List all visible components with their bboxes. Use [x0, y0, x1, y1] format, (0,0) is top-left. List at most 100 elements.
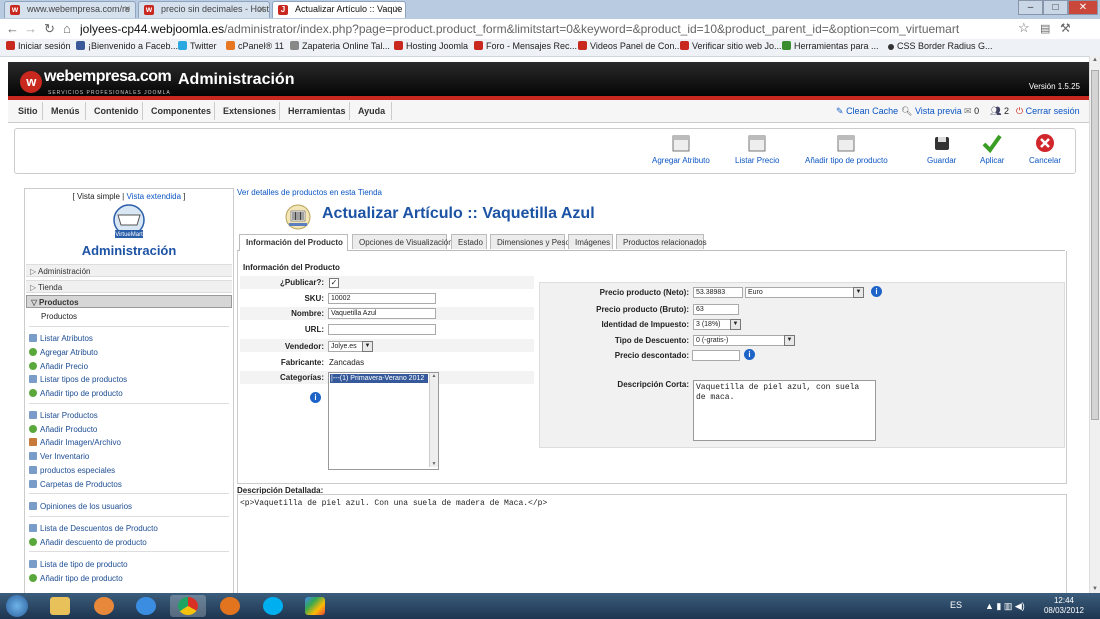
publish-checkbox[interactable]: ✓: [329, 278, 339, 288]
menu-contenido[interactable]: Contenido: [94, 106, 139, 116]
firefox-taskbar-icon[interactable]: [212, 595, 248, 617]
scroll-down-icon[interactable]: ▼: [430, 461, 438, 467]
bookmark-item[interactable]: Zapateria Online Tal...: [290, 41, 390, 51]
taskbar-clock[interactable]: 12:44 08/03/2012: [1044, 596, 1084, 616]
apply-button[interactable]: Aplicar: [980, 133, 1004, 165]
close-tab-icon[interactable]: ✕: [123, 4, 131, 15]
bookmark-item[interactable]: CSS Border Radius G...: [888, 41, 993, 51]
currency-select[interactable]: Euro: [745, 287, 857, 298]
sidebar-item-opiniones[interactable]: Opiniones de los usuarios: [29, 502, 132, 511]
name-input[interactable]: Vaquetilla Azul: [328, 308, 436, 319]
scroll-down-icon[interactable]: ▼: [1091, 586, 1099, 592]
view-details-link[interactable]: Ver detalles de productos en esta Tienda: [237, 188, 382, 197]
close-window-icon[interactable]: ✕: [1068, 0, 1098, 15]
discounted-price-input[interactable]: [692, 350, 740, 361]
scroll-up-icon[interactable]: ▲: [430, 373, 438, 379]
sidebar-item-listar-productos[interactable]: Listar Productos: [29, 411, 98, 420]
sidebar-section-tienda[interactable]: ▷ Tienda: [26, 280, 232, 293]
browser-tab-2[interactable]: w precio sin decimales - Host ✕: [138, 1, 270, 18]
sidebar-section-administracion[interactable]: ▷ Administración: [26, 264, 232, 277]
sidebar-item-anadir-tipo[interactable]: Añadir tipo de producto: [29, 389, 123, 398]
forward-icon[interactable]: →: [24, 21, 37, 36]
google-taskbar-icon[interactable]: [297, 595, 333, 617]
logout-link[interactable]: ⏻ Cerrar sesión: [1016, 106, 1080, 117]
bookmark-star-icon[interactable]: ☆: [1018, 20, 1030, 36]
category-option[interactable]: |---(1) Primavera-Verano 2012: [330, 374, 428, 383]
tab-visualizacion[interactable]: Opciones de Visualización: [352, 234, 453, 249]
bookmark-item[interactable]: Hosting Joomla: [394, 41, 468, 51]
discount-type-select[interactable]: 0 (-gratis-): [693, 335, 785, 346]
sidebar-item-ver-inventario[interactable]: Ver Inventario: [29, 452, 89, 461]
sidebar-item-anadir-precio[interactable]: Añadir Precio: [29, 362, 88, 371]
sidebar-item-productos-especiales[interactable]: productos especiales: [29, 466, 115, 475]
chevron-down-icon[interactable]: ▼: [362, 341, 373, 352]
chrome-taskbar-icon[interactable]: [170, 595, 206, 617]
bookmark-item[interactable]: Twitter: [178, 41, 217, 51]
tab-dimensiones[interactable]: Dimensiones y Peso: [490, 234, 570, 249]
tab-productos-relacionados[interactable]: Productos relacionados: [616, 234, 707, 249]
explorer-taskbar-icon[interactable]: [42, 595, 78, 617]
menu-extensiones[interactable]: Extensiones: [223, 106, 276, 116]
scroll-up-icon[interactable]: ▲: [1091, 57, 1099, 63]
close-tab-icon[interactable]: ✕: [393, 4, 401, 15]
tab-informacion[interactable]: Información del Producto: [239, 234, 348, 251]
bookmark-item[interactable]: cPanel® 11: [226, 41, 284, 51]
sku-input[interactable]: 10002: [328, 293, 436, 304]
info-icon[interactable]: i: [871, 286, 882, 297]
bookmark-item[interactable]: Foro - Mensajes Rec...: [474, 41, 577, 51]
bookmark-item[interactable]: ¡Bienvenido a Faceb...: [76, 41, 178, 51]
preview-link[interactable]: 🔍︎ Vista previa: [901, 106, 962, 117]
tab-estado[interactable]: Estado: [451, 234, 487, 249]
sidebar-item-listar-atributos[interactable]: Listar Atributos: [29, 334, 93, 343]
bookmark-item[interactable]: Herramientas para ...: [782, 41, 879, 51]
sidebar-section-productos[interactable]: ▽ Productos: [26, 295, 232, 308]
sidebar-item-listar-tipos[interactable]: Listar tipos de productos: [29, 375, 127, 384]
info-icon[interactable]: i: [310, 392, 321, 403]
cancel-button[interactable]: Cancelar: [1029, 133, 1061, 165]
chevron-down-icon[interactable]: ▼: [853, 287, 864, 298]
sidebar-item-carpetas[interactable]: Carpetas de Productos: [29, 480, 122, 489]
save-button[interactable]: Guardar: [927, 133, 956, 165]
page-menu-icon[interactable]: ▤: [1040, 22, 1050, 35]
back-icon[interactable]: ←: [6, 21, 19, 36]
browser-tab-1[interactable]: w www.webempresa.com/re ✕: [4, 1, 136, 18]
url-input[interactable]: [328, 324, 436, 335]
sidebar-item-anadir-descuento[interactable]: Añadir descuento de producto: [29, 538, 147, 547]
info-icon[interactable]: i: [744, 349, 755, 360]
categories-listbox[interactable]: |---(1) Primavera-Verano 2012 ▲ ▼: [328, 372, 439, 470]
users-count[interactable]: 👥︎ 2: [990, 106, 1009, 117]
chevron-down-icon[interactable]: ▼: [730, 319, 741, 330]
media-player-taskbar-icon[interactable]: [86, 595, 122, 617]
reload-icon[interactable]: ↻: [44, 21, 55, 37]
home-icon[interactable]: ⌂: [63, 21, 71, 36]
menu-herramientas[interactable]: Herramientas: [288, 106, 346, 116]
minimize-icon[interactable]: –: [1018, 0, 1043, 15]
messages-count[interactable]: ✉ 0: [964, 106, 979, 117]
start-button-icon[interactable]: [6, 595, 28, 617]
page-scrollbar[interactable]: ▲ ▼: [1089, 56, 1100, 593]
wrench-icon[interactable]: ⚒: [1060, 21, 1071, 35]
url-field[interactable]: jolyees-cp44.webjoomla.es/administrator/…: [80, 21, 1030, 37]
short-description-textarea[interactable]: Vaquetilla de piel azul, con suela de ma…: [693, 380, 876, 441]
tax-select[interactable]: 3 (18%): [693, 319, 731, 330]
menu-menus[interactable]: Menús: [51, 106, 80, 116]
sidebar-item-lista-descuentos[interactable]: Lista de Descuentos de Producto: [29, 524, 158, 533]
language-indicator[interactable]: ES: [950, 600, 962, 610]
close-tab-icon[interactable]: ✕: [257, 4, 265, 15]
bookmark-item[interactable]: Verificar sitio web Jo...: [680, 41, 782, 51]
menu-componentes[interactable]: Componentes: [151, 106, 211, 116]
sidebar-item-agregar-atributo[interactable]: Agregar Atributo: [29, 348, 98, 357]
bookmark-item[interactable]: Videos Panel de Con...: [578, 41, 682, 51]
listbox-scrollbar[interactable]: ▲ ▼: [429, 373, 438, 467]
price-gross-input[interactable]: 63: [693, 304, 739, 315]
skype-taskbar-icon[interactable]: [255, 595, 291, 617]
view-extended-link[interactable]: Vista extendida: [126, 192, 181, 201]
bookmark-item[interactable]: Iniciar sesión: [6, 41, 71, 51]
internet-explorer-taskbar-icon[interactable]: [128, 595, 164, 617]
price-net-input[interactable]: 53.38983: [693, 287, 743, 298]
sidebar-item-lista-tipo-producto[interactable]: Lista de tipo de producto: [29, 560, 128, 569]
sidebar-item-anadir-imagen[interactable]: Añadir Imagen/Archivo: [29, 438, 121, 447]
menu-sitio[interactable]: Sitio: [18, 106, 38, 116]
add-attribute-button[interactable]: Agregar Atributo: [652, 133, 710, 165]
tray-icons[interactable]: ▲ ▮ ▥ ◀): [985, 601, 1025, 612]
